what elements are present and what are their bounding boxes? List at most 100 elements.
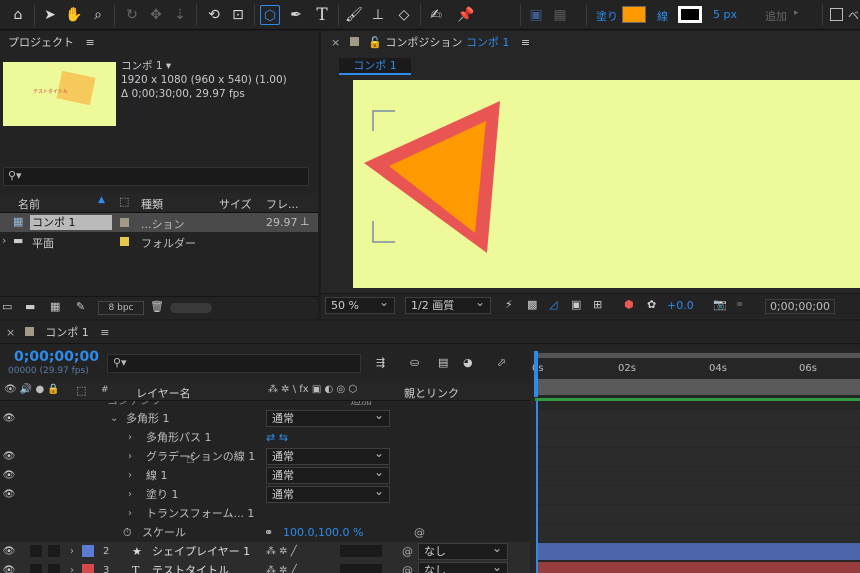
blend-mode-dropdown[interactable]: 通常: [266, 408, 390, 427]
label-tag-icon[interactable]: ⬚: [119, 195, 129, 208]
bezier-checkbox[interactable]: [830, 8, 843, 21]
timeline-search-input[interactable]: ⚲▾: [107, 354, 361, 373]
project-search-input[interactable]: ⚲▾: [3, 167, 309, 186]
flowchart-icon[interactable]: ⊥: [300, 215, 310, 228]
guides-icon[interactable]: ⊞: [593, 298, 602, 311]
parent-dropdown[interactable]: なし: [418, 560, 508, 573]
close-icon[interactable]: ×: [331, 36, 340, 49]
collapse-arrow-icon[interactable]: ⌄: [110, 409, 118, 428]
lock-toggle[interactable]: [48, 545, 60, 557]
col-type[interactable]: 種類: [141, 196, 163, 212]
project-item-row[interactable]: › ▬ 平面 フォルダー: [0, 232, 318, 251]
layer-switch-boxes[interactable]: [340, 564, 382, 573]
layer-name[interactable]: シェイプレイヤー 1: [152, 542, 250, 561]
comp-menu-icon[interactable]: ≡: [521, 36, 530, 49]
stroke-width-value[interactable]: 5 px: [713, 8, 737, 21]
timeline-menu-icon[interactable]: ≡: [100, 326, 109, 339]
trash-icon[interactable]: 🗑: [150, 300, 164, 313]
eye-icon[interactable]: 👁: [2, 409, 16, 428]
draft-3d-icon[interactable]: ⛀: [410, 356, 419, 369]
fill-label[interactable]: 塗り: [596, 8, 618, 24]
new-folder-icon[interactable]: ▬: [25, 300, 35, 313]
tool-option-a-icon[interactable]: ▣: [526, 5, 546, 25]
timeline-tab[interactable]: コンポ 1: [45, 326, 89, 339]
layer-row[interactable]: 👁 › 3 T テストタイトル ⁂ ✲ ╱ @ なし: [0, 560, 530, 573]
scale-value[interactable]: 100.0,100.0 %: [283, 523, 363, 542]
property-row[interactable]: 👁 › グラデーションの線 1 通常 ☝: [0, 446, 530, 467]
eye-icon[interactable]: 👁: [2, 485, 16, 504]
exposure-value[interactable]: +0.0: [667, 299, 694, 312]
comp-flowchart-icon[interactable]: ⇶: [376, 356, 385, 369]
eraser-tool-icon[interactable]: ◇: [394, 5, 414, 25]
expand-arrow-icon[interactable]: ›: [128, 466, 132, 485]
expand-arrow-icon[interactable]: ›: [70, 542, 74, 561]
orbit-tool-icon[interactable]: ↻: [122, 5, 142, 25]
property-row[interactable]: › トランスフォーム... 1: [0, 504, 530, 523]
quality-dropdown[interactable]: 1/2 画質: [405, 295, 491, 314]
layer-label-color[interactable]: [82, 564, 94, 573]
layer-name-column[interactable]: レイヤー名: [136, 385, 191, 401]
property-row[interactable]: 👁 › 線 1 通常: [0, 465, 530, 485]
interpret-footage-icon[interactable]: ▭: [2, 300, 12, 313]
snapshot-icon[interactable]: 📷: [713, 298, 727, 311]
rotate-tool-icon[interactable]: ⟲: [204, 5, 224, 25]
blend-mode-dropdown[interactable]: 通常: [266, 465, 390, 484]
exposure-reset-icon[interactable]: ✿: [647, 298, 656, 311]
new-comp-icon[interactable]: ▦: [50, 300, 60, 313]
polygon-tool-icon[interactable]: ⬡: [260, 5, 280, 25]
bpc-button[interactable]: 8 bpc: [98, 301, 144, 315]
item-name[interactable]: コンポ 1: [30, 215, 112, 230]
layer-switch-boxes[interactable]: [340, 545, 382, 557]
work-area-bar[interactable]: [535, 353, 860, 358]
channel-icon[interactable]: ⬢: [624, 298, 634, 311]
layer-bar[interactable]: [537, 562, 860, 573]
col-name[interactable]: 名前: [18, 196, 40, 212]
region-of-interest-icon[interactable]: ▣: [571, 298, 581, 311]
eye-icon[interactable]: 👁: [2, 542, 16, 561]
property-row[interactable]: 👁 › 塗り 1 通常: [0, 484, 530, 504]
type-tool-icon[interactable]: T: [312, 5, 332, 25]
layer-switches-icon[interactable]: ⁂ ✲ ╱: [266, 542, 297, 561]
fill-color-swatch[interactable]: [622, 6, 646, 23]
brush-tool-icon[interactable]: 🖌: [344, 5, 364, 25]
label-color-swatch[interactable]: [120, 218, 129, 227]
lock-icon[interactable]: 🔓: [368, 36, 382, 49]
constrain-link-icon[interactable]: ⚭: [264, 523, 273, 542]
stroke-label[interactable]: 線: [657, 8, 668, 24]
layer-label-color[interactable]: [82, 545, 94, 557]
solo-toggle[interactable]: [30, 545, 42, 557]
comp-tab[interactable]: コンポ 1: [339, 58, 411, 75]
settings-icon[interactable]: ✎: [76, 300, 85, 313]
hand-tool-icon[interactable]: ✋: [64, 5, 84, 25]
col-frame[interactable]: フレ...: [266, 196, 299, 212]
expand-arrow-icon[interactable]: ›: [70, 561, 74, 573]
selection-tool-icon[interactable]: ➤: [40, 5, 60, 25]
pen-tool-icon[interactable]: ✒: [286, 5, 306, 25]
parent-dropdown[interactable]: なし: [418, 541, 508, 560]
puppet-pin-icon[interactable]: 📌: [456, 5, 476, 25]
roto-brush-icon[interactable]: ✍: [426, 5, 446, 25]
expand-arrow-icon[interactable]: ›: [128, 428, 132, 447]
timeline-close-icon[interactable]: ×: [6, 326, 15, 339]
path-direction-icon[interactable]: ⇄ ⇆: [266, 428, 288, 447]
property-row[interactable]: › 多角形パス 1 ⇄ ⇆: [0, 428, 530, 447]
expand-arrow-icon[interactable]: ›: [2, 234, 6, 247]
layer-duration-bar[interactable]: [535, 379, 860, 395]
layer-row[interactable]: 👁 › 2 ★ シェイプレイヤー 1 ⁂ ✲ ╱ @ なし: [0, 541, 530, 561]
eye-icon[interactable]: 👁: [2, 447, 16, 466]
expand-arrow-icon[interactable]: ›: [128, 447, 132, 466]
layer-switches-icon[interactable]: ⁂ ✲ ╱: [266, 561, 297, 573]
comp-timecode[interactable]: 0;00;00;00: [765, 299, 835, 314]
graph-editor-icon[interactable]: ⬀: [497, 356, 506, 369]
layer-name[interactable]: テストタイトル: [152, 561, 229, 573]
anchor-tool-icon[interactable]: ⊡: [228, 5, 248, 25]
track-area[interactable]: [530, 401, 860, 573]
item-name[interactable]: 平面: [32, 235, 54, 251]
tool-option-b-icon[interactable]: ▦: [550, 5, 570, 25]
add-label[interactable]: 追加: [765, 8, 787, 24]
property-row[interactable]: 👁 ⌄ 多角形 1 通常: [0, 408, 530, 428]
parent-column[interactable]: 親とリンク: [404, 385, 459, 401]
show-snapshot-icon[interactable]: ⚭: [735, 298, 744, 311]
parent-pickwhip-icon[interactable]: @: [402, 561, 413, 573]
project-item-row[interactable]: ▦ コンポ 1 ...ション 29.97 ⊥: [0, 213, 318, 232]
